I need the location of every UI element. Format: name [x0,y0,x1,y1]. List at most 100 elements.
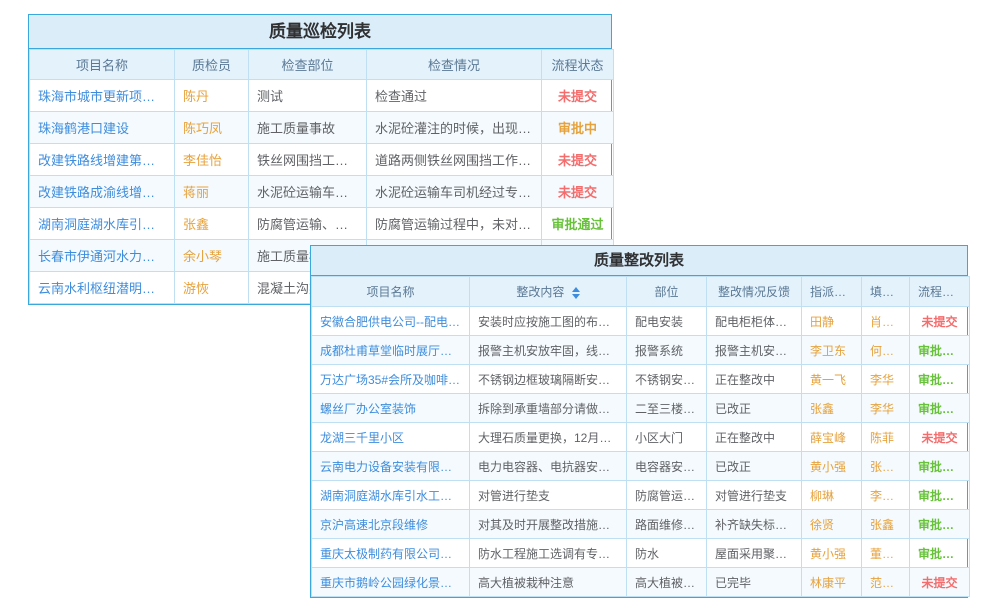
column-header-feedback: 整改情况反馈 [707,277,802,307]
table-row: 珠海市城市更新项目紫... 陈丹 测试 检查通过 未提交 [30,80,614,112]
reporter-cell: 范思哲 [862,568,910,597]
reporter-cell: 董清平 [862,539,910,568]
feedback-cell: 屋面采用聚氨... [707,539,802,568]
project-name-link[interactable]: 龙湖三千里小区 [312,423,470,452]
sort-icon[interactable] [572,287,580,299]
part-cell: 不锈钢安装... [627,365,707,394]
inspection-situation-cell: 水泥砼运输车司机经过专门培训... [367,176,542,208]
rectification-table-panel: 质量整改列表 项目名称 整改内容 部位 整改情况反馈 指派人员 填报人 流程状态… [310,245,968,598]
assignee-cell: 黄小强 [802,539,862,568]
table-row: 重庆太极制药有限公司亳州中... 防水工程施工选调有专业资质... 防水 屋面采… [312,539,970,568]
status-badge: 未提交 [542,80,614,112]
project-name-link[interactable]: 湖南洞庭湖水库引水工程施工1... [312,481,470,510]
project-name-link[interactable]: 云南水利枢纽潜明水库... [30,272,175,304]
feedback-cell: 已改正 [707,452,802,481]
table-row: 安徽合肥供电公司--配电设备... 安装时应按施工图的布置，将... 配电安装 … [312,307,970,336]
table-row: 湖南洞庭湖水库引水工... 张鑫 防腐管运输、布管 防腐管运输过程中，未对管进行… [30,208,614,240]
project-name-link[interactable]: 珠海鹤港口建设 [30,112,175,144]
rectification-content-cell: 电力电容器、电抗器安装方案... [470,452,627,481]
column-header-part: 检查部位 [249,50,367,80]
rectification-content-cell: 对管进行垫支 [470,481,627,510]
part-cell: 小区大门 [627,423,707,452]
column-header-situation: 检查情况 [367,50,542,80]
rectification-content-cell: 高大植被栽种注意 [470,568,627,597]
table-row: 重庆市鹅岭公园绿化景观提升... 高大植被栽种注意 高大植被栽种 已完毕 林康平… [312,568,970,597]
inspection-situation-cell: 道路两侧铁丝网围挡工作按设计... [367,144,542,176]
assignee-cell: 田静 [802,307,862,336]
column-header-status: 流程状态 [542,50,614,80]
inspection-part-cell: 施工质量事故 [249,112,367,144]
project-name-link[interactable]: 湖南洞庭湖水库引水工... [30,208,175,240]
project-name-link[interactable]: 重庆市鹅岭公园绿化景观提升... [312,568,470,597]
feedback-cell: 补齐缺失标志... [707,510,802,539]
rectification-content-cell: 不锈钢边框玻璃隔断安装不牢... [470,365,627,394]
project-name-link[interactable]: 安徽合肥供电公司--配电设备... [312,307,470,336]
reporter-cell: 何芷茵 [862,336,910,365]
assignee-cell: 薛宝峰 [802,423,862,452]
project-name-link[interactable]: 重庆太极制药有限公司亳州中... [312,539,470,568]
table-row: 京沪高速北京段维修 对其及时开展整改措施，桥头... 路面维修检... 补齐缺失… [312,510,970,539]
inspector-cell: 游恢 [175,272,249,304]
column-header-content[interactable]: 整改内容 [470,277,627,307]
inspection-part-cell: 测试 [249,80,367,112]
part-cell: 防水 [627,539,707,568]
table-row: 改建铁路线增建第二线... 李佳怡 铁丝网围挡工作检查 道路两侧铁丝网围挡工作按… [30,144,614,176]
rectification-content-cell: 对其及时开展整改措施，桥头... [470,510,627,539]
inspector-cell: 李佳怡 [175,144,249,176]
status-badge: 审批通过 [910,336,970,365]
inspection-header-row: 项目名称 质检员 检查部位 检查情况 流程状态 [30,50,614,80]
feedback-cell: 已改正 [707,394,802,423]
inspection-part-cell: 铁丝网围挡工作检查 [249,144,367,176]
assignee-cell: 张鑫 [802,394,862,423]
part-cell: 电容器安装... [627,452,707,481]
assignee-cell: 柳琳 [802,481,862,510]
status-badge: 审批通过 [910,452,970,481]
inspector-cell: 蒋丽 [175,176,249,208]
project-name-link[interactable]: 长春市伊通河水力发电... [30,240,175,272]
project-name-link[interactable]: 京沪高速北京段维修 [312,510,470,539]
table-row: 万达广场35#会所及咖啡厅空... 不锈钢边框玻璃隔断安装不牢... 不锈钢安装… [312,365,970,394]
inspector-cell: 余小琴 [175,240,249,272]
reporter-cell: 李华 [862,394,910,423]
table-row: 湖南洞庭湖水库引水工程施工1... 对管进行垫支 防腐管运输... 对管进行垫支… [312,481,970,510]
status-badge: 未提交 [542,144,614,176]
part-cell: 防腐管运输... [627,481,707,510]
project-name-link[interactable]: 成都杜甫草堂临时展厅独立展... [312,336,470,365]
status-badge: 审批通过 [910,539,970,568]
project-name-link[interactable]: 云南电力设备安装有限公司20... [312,452,470,481]
feedback-cell: 已完毕 [707,568,802,597]
status-badge: 审批通过 [910,510,970,539]
project-name-link[interactable]: 螺丝厂办公室装饰 [312,394,470,423]
status-badge: 审批通过 [910,394,970,423]
inspector-cell: 陈巧凤 [175,112,249,144]
table-row: 珠海鹤港口建设 陈巧凤 施工质量事故 水泥砼灌注的时候，出现离析现象 审批中 [30,112,614,144]
reporter-cell: 张小东 [862,452,910,481]
rectification-table: 项目名称 整改内容 部位 整改情况反馈 指派人员 填报人 流程状态 安徽合肥供电… [311,276,970,597]
table-row: 龙湖三千里小区 大理石质量更换，12月31日之... 小区大门 正在整改中 薛宝… [312,423,970,452]
rectification-content-cell: 安装时应按施工图的布置，将... [470,307,627,336]
column-header-inspector: 质检员 [175,50,249,80]
project-name-link[interactable]: 珠海市城市更新项目紫... [30,80,175,112]
inspection-part-cell: 水泥砼运输车检查 [249,176,367,208]
part-cell: 报警系统 [627,336,707,365]
feedback-cell: 正在整改中 [707,365,802,394]
column-header-part: 部位 [627,277,707,307]
status-badge: 未提交 [542,176,614,208]
project-name-link[interactable]: 改建铁路线增建第二线... [30,144,175,176]
inspection-table-title: 质量巡检列表 [29,15,611,49]
part-cell: 路面维修检... [627,510,707,539]
project-name-link[interactable]: 改建铁路成渝线增建第... [30,176,175,208]
rectification-content-cell: 拆除到承重墙部分请做好加固... [470,394,627,423]
reporter-cell: 陈菲 [862,423,910,452]
status-badge: 审批通过 [542,208,614,240]
status-badge: 审批中 [542,112,614,144]
status-badge: 审批通过 [910,365,970,394]
part-cell: 高大植被栽种 [627,568,707,597]
project-name-link[interactable]: 万达广场35#会所及咖啡厅空... [312,365,470,394]
table-row: 云南电力设备安装有限公司20... 电力电容器、电抗器安装方案... 电容器安装… [312,452,970,481]
reporter-cell: 李若若 [862,481,910,510]
feedback-cell: 配电柜柜体与... [707,307,802,336]
status-badge: 未提交 [910,307,970,336]
rectification-table-body: 安徽合肥供电公司--配电设备... 安装时应按施工图的布置，将... 配电安装 … [312,307,970,597]
reporter-cell: 李华 [862,365,910,394]
